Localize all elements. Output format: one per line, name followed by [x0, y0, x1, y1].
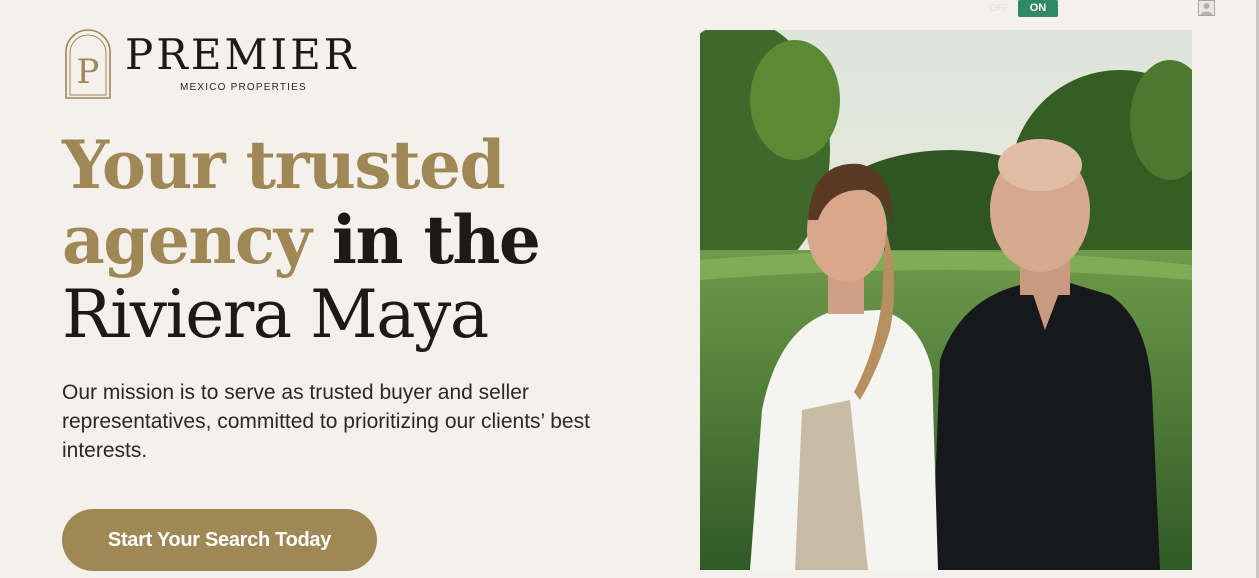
- headline-part3: in the: [310, 201, 541, 279]
- headline-part4: Riviera Maya: [62, 276, 489, 353]
- mission-statement: Our mission is to serve as trusted buyer…: [62, 381, 590, 462]
- brand-name: PREMIER: [125, 30, 359, 79]
- headline-part2: agency: [62, 201, 312, 279]
- user-icon: [1200, 3, 1213, 15]
- brand-tagline: MEXICO PROPERTIES: [180, 82, 307, 93]
- hero-photo: [700, 30, 1192, 570]
- start-search-button[interactable]: Start Your Search Today: [62, 509, 377, 571]
- logo-monogram-icon: P: [65, 29, 111, 99]
- headline-part1: Your trusted: [62, 126, 506, 204]
- hero-headline: Your trusted agency in the Riviera Maya: [62, 128, 662, 352]
- on-off-toggle[interactable]: OFF ON: [986, 0, 1058, 17]
- toggle-off-label[interactable]: OFF: [986, 0, 1012, 17]
- logo-monogram-letter: P: [77, 52, 100, 92]
- user-account-button[interactable]: [1198, 0, 1215, 16]
- agents-photo: [700, 30, 1192, 570]
- toggle-on-label[interactable]: ON: [1018, 0, 1058, 17]
